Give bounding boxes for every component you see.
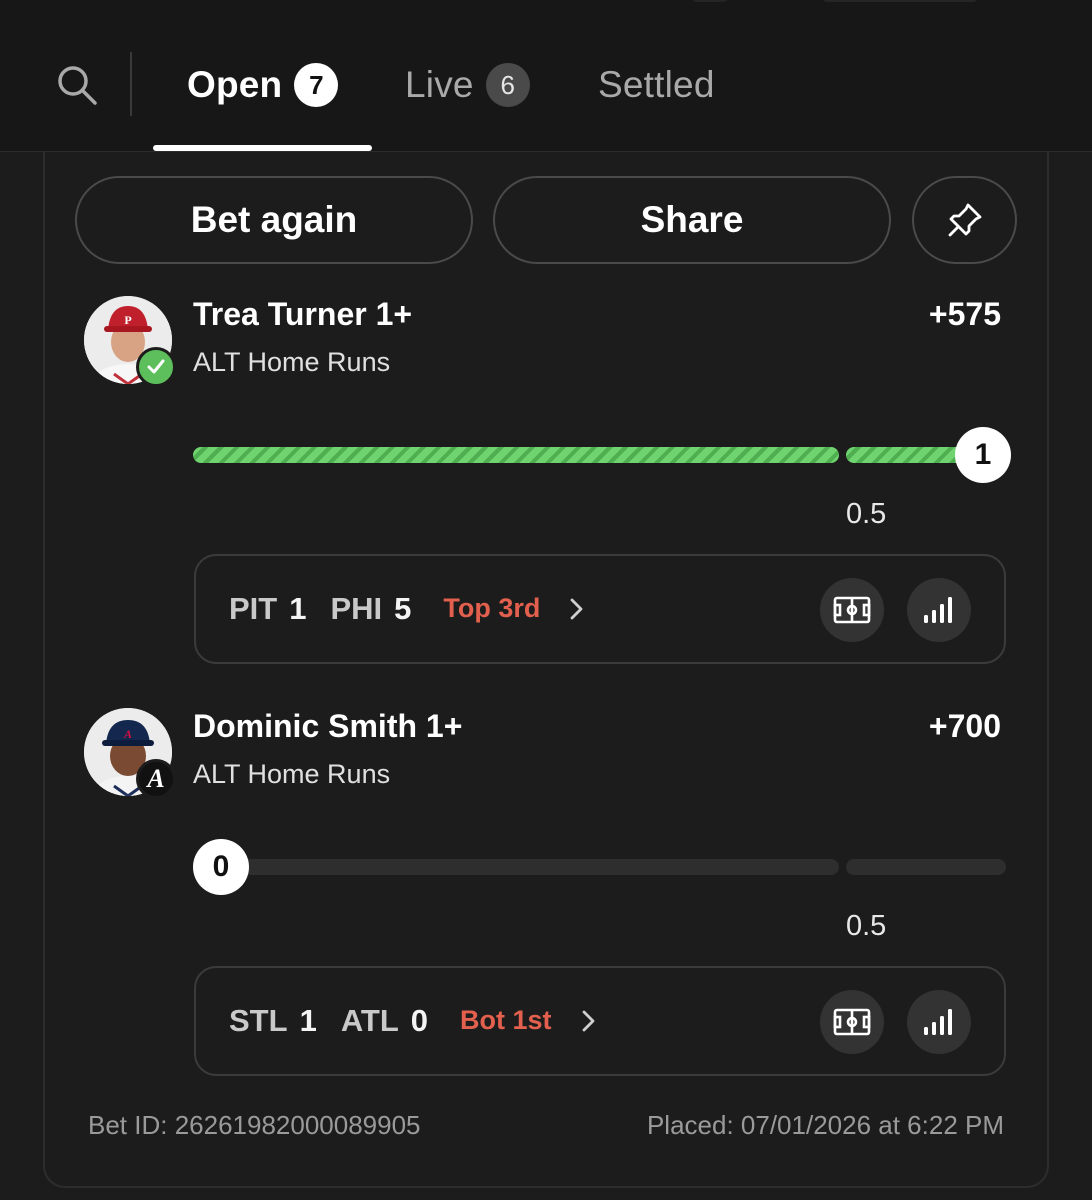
won-badge	[136, 347, 176, 387]
field-icon	[833, 596, 871, 624]
leg-odds: +575	[928, 296, 1001, 332]
bet-id: Bet ID: 26261982000089905	[88, 1110, 421, 1140]
tab-settled[interactable]: Settled	[598, 60, 715, 110]
placed-timestamp: Placed: 07/01/2026 at 6:22 PM	[646, 1110, 1004, 1140]
game-score-card[interactable]: STL 1 ATL 0 Bot 1st	[194, 966, 1006, 1076]
progress-track	[193, 859, 839, 875]
away-team: STL	[229, 1002, 288, 1038]
field-view-button[interactable]	[820, 990, 884, 1054]
leg-title: Dominic Smith 1+	[193, 708, 463, 744]
inning-status: Bot 1st	[460, 1005, 552, 1035]
tab-live-label: Live	[405, 64, 474, 105]
line-value: 0.5	[846, 910, 887, 942]
chevron-right-icon	[580, 1009, 596, 1033]
away-score: 1	[289, 590, 307, 626]
bets-header: Open 7 Live 6 Settled	[0, 0, 1092, 152]
search-icon	[58, 66, 97, 105]
search-button[interactable]	[56, 64, 98, 106]
away-score: 1	[299, 1002, 317, 1038]
stats-button[interactable]	[907, 990, 971, 1054]
leg-market: ALT Home Runs	[193, 759, 391, 789]
game-score-card[interactable]: PIT 1 PHI 5 Top 3rd	[194, 554, 1006, 664]
tab-live-count: 6	[485, 63, 530, 107]
field-icon	[833, 1008, 871, 1036]
header-divider	[130, 52, 132, 116]
leg-odds: +700	[928, 708, 1001, 744]
stats-icon	[924, 1009, 952, 1035]
home-score: 0	[410, 1002, 429, 1038]
progress-track	[193, 447, 839, 463]
pin-button[interactable]	[912, 176, 1017, 264]
stats-icon	[924, 597, 952, 623]
stats-button[interactable]	[907, 578, 971, 642]
home-score: 5	[394, 590, 412, 626]
score-line: STL 1 ATL 0 Bot 1st	[229, 968, 596, 1073]
leg-market: ALT Home Runs	[193, 347, 391, 377]
home-team: PHI	[330, 590, 383, 626]
pin-icon	[948, 203, 981, 237]
away-team: PIT	[229, 590, 278, 626]
home-team: ATL	[340, 1002, 399, 1038]
progress-track-end	[846, 859, 1006, 875]
progress-value: 0	[193, 839, 249, 895]
tab-open[interactable]: Open 7	[187, 60, 339, 110]
svg-text:P: P	[124, 313, 131, 327]
field-view-button[interactable]	[820, 578, 884, 642]
check-icon	[147, 359, 165, 374]
bet-again-button[interactable]: Bet again	[75, 176, 473, 264]
tab-settled-label: Settled	[598, 64, 715, 105]
team-logo-badge: A	[136, 759, 176, 799]
leg-title: Trea Turner 1+	[193, 296, 413, 332]
tab-open-count: 7	[294, 63, 339, 107]
top-bar-remnant	[0, 0, 1092, 2]
inning-status: Top 3rd	[443, 593, 541, 623]
share-button[interactable]: Share	[493, 176, 891, 264]
svg-text:A: A	[123, 727, 132, 741]
score-line: PIT 1 PHI 5 Top 3rd	[229, 556, 584, 661]
tab-live[interactable]: Live 6	[405, 60, 530, 110]
tab-open-label: Open	[187, 64, 283, 105]
line-value: 0.5	[846, 498, 887, 530]
chevron-right-icon	[568, 597, 584, 621]
active-tab-indicator	[153, 145, 372, 151]
progress-value: 1	[955, 427, 1011, 483]
